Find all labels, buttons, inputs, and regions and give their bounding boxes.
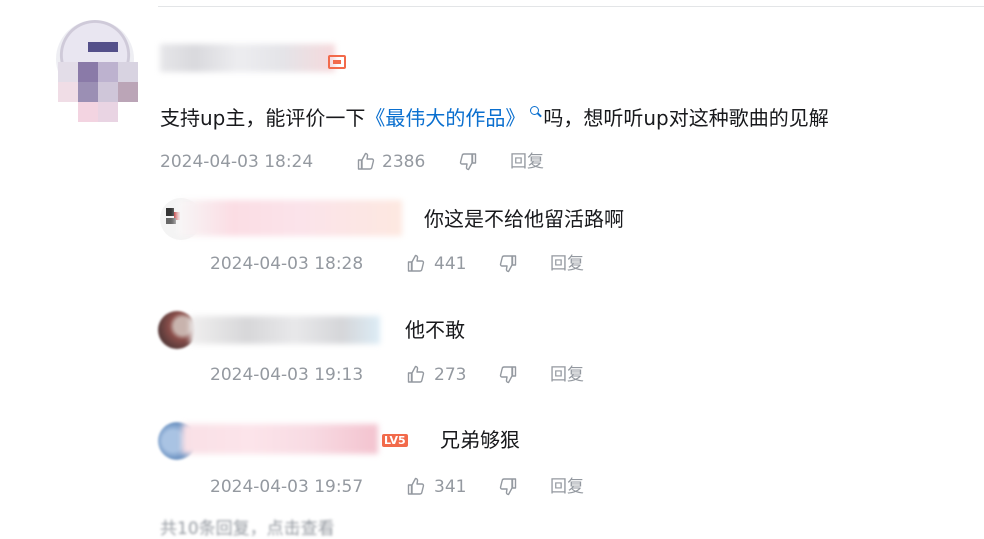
top-divider bbox=[158, 6, 984, 7]
reply-text: 兄弟够狠 bbox=[440, 428, 520, 452]
comment-time: 2024-04-03 18:24 bbox=[160, 152, 314, 172]
like-count: 273 bbox=[434, 365, 467, 385]
thumb-down-icon[interactable] bbox=[498, 477, 518, 497]
reply-time: 2024-04-03 19:57 bbox=[210, 477, 364, 497]
reply-text: 你这是不给他留活路啊 bbox=[424, 207, 624, 231]
main-comment-meta: 2024-04-03 18:24 2386 回复 bbox=[160, 151, 580, 173]
commenter-name-blurred[interactable] bbox=[160, 44, 335, 72]
reply-time: 2024-04-03 18:28 bbox=[210, 254, 364, 274]
reply-text: 他不敢 bbox=[405, 318, 465, 342]
reply-meta: 2024-04-03 19:57 341 回复 bbox=[210, 476, 610, 498]
work-link[interactable]: 《最伟大的作品》 bbox=[365, 106, 525, 130]
thumb-down-icon[interactable] bbox=[498, 365, 518, 385]
search-icon[interactable] bbox=[530, 106, 540, 115]
reply-button[interactable]: 回复 bbox=[550, 476, 584, 498]
reply-button[interactable]: 回复 bbox=[510, 151, 544, 173]
level-badge-icon bbox=[328, 55, 346, 69]
reply-username-blurred[interactable] bbox=[182, 424, 378, 454]
thumb-up-icon[interactable] bbox=[356, 151, 376, 171]
reply-meta: 2024-04-03 19:13 273 回复 bbox=[210, 364, 610, 386]
level-badge-icon: LV5 bbox=[382, 434, 408, 447]
thumb-up-icon[interactable] bbox=[406, 253, 426, 273]
reply-button[interactable]: 回复 bbox=[550, 364, 584, 386]
thumb-up-icon[interactable] bbox=[406, 364, 426, 384]
reply-username-blurred[interactable] bbox=[190, 316, 380, 344]
thumb-up-icon[interactable] bbox=[406, 476, 426, 496]
thumb-down-icon[interactable] bbox=[498, 254, 518, 274]
like-count: 2386 bbox=[382, 152, 426, 172]
like-count: 441 bbox=[434, 254, 467, 274]
commenter-avatar[interactable] bbox=[48, 20, 140, 122]
main-comment-text: 支持up主，能评价一下《最伟大的作品》 吗，想听听up对这种歌曲的见解 bbox=[160, 106, 829, 130]
like-count: 341 bbox=[434, 477, 467, 497]
thumb-down-icon[interactable] bbox=[458, 152, 478, 172]
reply-meta: 2024-04-03 18:28 441 回复 bbox=[210, 253, 610, 275]
reply-button[interactable]: 回复 bbox=[550, 253, 584, 275]
reply-username-blurred[interactable] bbox=[176, 200, 402, 236]
reply-time: 2024-04-03 19:13 bbox=[210, 365, 364, 385]
